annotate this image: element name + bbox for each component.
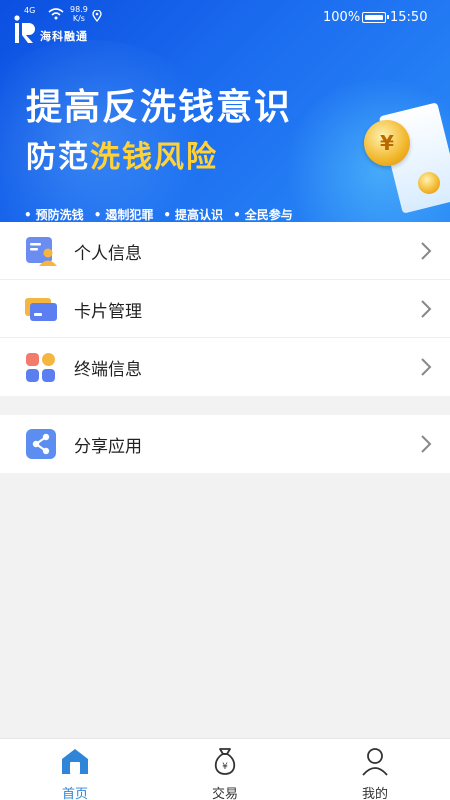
banner-subheadline: 防范洗钱风险 <box>26 132 218 176</box>
network-speed: 98.9 K/s <box>70 5 88 23</box>
tab-mine[interactable]: 我的 <box>300 739 450 800</box>
money-bag-icon: ¥ <box>214 748 236 775</box>
card-icon <box>25 298 57 321</box>
speed-value: 98.9 <box>70 5 88 14</box>
id-card-icon <box>26 237 57 266</box>
chevron-right-icon <box>421 300 432 318</box>
tab-label: 交易 <box>211 787 238 800</box>
menu-item-personal-info[interactable]: 个人信息 <box>0 222 450 280</box>
slogan: 遏制犯罪 <box>94 206 153 223</box>
promo-banner[interactable]: 4G 98.9 K/s 100% 15:50 海科融通 提高反洗钱意识 防范洗钱… <box>0 0 450 232</box>
network-type: 4G <box>24 6 36 15</box>
apps-grid-icon <box>26 353 55 382</box>
home-icon <box>62 749 88 774</box>
coin-icon: ¥ <box>364 120 410 166</box>
tab-label: 首页 <box>61 787 88 800</box>
menu-item-label: 个人信息 <box>74 244 142 264</box>
share-menu: 分享应用 <box>0 415 450 473</box>
tab-transactions[interactable]: ¥ 交易 <box>150 739 300 800</box>
subheadline-highlight: 洗钱风险 <box>90 140 218 175</box>
menu-item-terminal-info[interactable]: 终端信息 <box>0 338 450 396</box>
app-logo-icon <box>14 15 35 43</box>
speed-unit: K/s <box>72 14 85 23</box>
battery-icon <box>362 12 389 23</box>
chevron-right-icon <box>421 435 432 453</box>
tab-label: 我的 <box>361 787 388 800</box>
tab-home[interactable]: 首页 <box>0 739 150 800</box>
menu-item-share-app[interactable]: 分享应用 <box>0 415 450 473</box>
brand-name: 海科融通 <box>40 30 88 43</box>
menu-item-label: 卡片管理 <box>74 302 142 322</box>
banner-headline: 提高反洗钱意识 <box>26 87 293 128</box>
share-icon <box>26 429 56 459</box>
settings-menu: 个人信息 卡片管理 终端信息 <box>0 222 450 396</box>
menu-item-label: 分享应用 <box>74 437 142 457</box>
clock: 15:50 <box>390 10 428 25</box>
slogan: 全民参与 <box>233 206 293 223</box>
user-icon <box>362 748 388 776</box>
menu-item-card-management[interactable]: 卡片管理 <box>0 280 450 338</box>
wifi-icon <box>48 8 64 20</box>
battery-percent: 100% <box>323 10 361 25</box>
menu-item-label: 终端信息 <box>74 360 142 380</box>
chevron-right-icon <box>421 242 432 260</box>
slogan: 提高认识 <box>163 206 223 223</box>
coin-icon <box>418 172 440 194</box>
chevron-right-icon <box>421 358 432 376</box>
bottom-navigation: 首页 ¥ 交易 我的 <box>0 738 450 800</box>
banner-slogans: 预防洗钱 遏制犯罪 提高认识 全民参与 <box>24 206 293 223</box>
slogan: 预防洗钱 <box>24 206 84 223</box>
svg-text:¥: ¥ <box>222 762 228 772</box>
location-icon <box>92 10 102 22</box>
subheadline-prefix: 防范 <box>26 140 90 175</box>
